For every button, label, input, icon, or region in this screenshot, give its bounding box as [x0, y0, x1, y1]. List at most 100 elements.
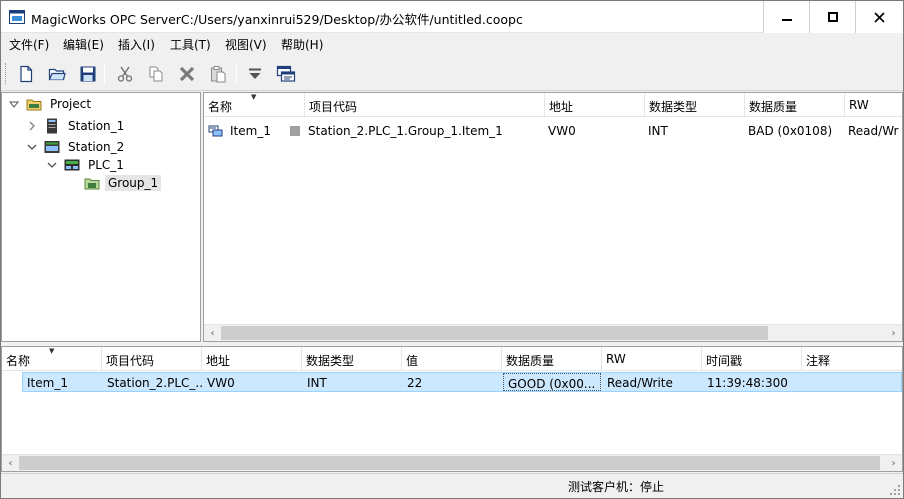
column-header-quality[interactable]: 数据质量 — [745, 93, 845, 117]
minimize-icon — [781, 19, 792, 21]
tree-label: Project — [50, 97, 92, 111]
filter-button[interactable] — [243, 63, 267, 85]
menu-edit[interactable]: 编辑(E) — [63, 36, 104, 53]
cell-quality[interactable]: GOOD (0x00... — [503, 373, 601, 391]
station-icon — [44, 141, 60, 153]
app-icon — [9, 10, 25, 24]
item-tag-icon — [208, 125, 223, 137]
toolbar-separator — [236, 63, 237, 85]
menu-help[interactable]: 帮助(H) — [281, 36, 323, 53]
cell-address: VW0 — [548, 124, 576, 138]
item-list-header: 名称 ▼ 项目代码 地址 数据类型 数据质量 RW — [204, 93, 902, 117]
scroll-right-button[interactable]: › — [885, 455, 902, 471]
resize-grip-icon[interactable] — [890, 485, 900, 495]
quality-marker-icon — [290, 126, 300, 136]
column-header-address[interactable]: 地址 — [545, 93, 645, 117]
scroll-thumb[interactable] — [221, 326, 768, 340]
close-icon — [874, 11, 885, 23]
menu-insert[interactable]: 插入(I) — [118, 36, 155, 53]
column-header-rw[interactable]: RW — [602, 347, 702, 371]
cell-type: INT — [648, 124, 668, 138]
cell-name: Item_1 — [27, 376, 68, 390]
tree-node-project[interactable]: Project — [8, 95, 94, 113]
save-icon — [80, 66, 96, 82]
column-header-code[interactable]: 项目代码 — [305, 93, 545, 117]
minimize-button[interactable] — [763, 1, 809, 33]
monitor-list[interactable]: 名称 ▼ 项目代码 地址 数据类型 值 数据质量 RW 时间戳 注释 Item_… — [1, 346, 903, 472]
cell-note — [803, 373, 901, 393]
menu-file[interactable]: 文件(F) — [9, 36, 49, 53]
column-header-note[interactable]: 注释 — [802, 347, 902, 371]
delete-icon — [179, 66, 195, 82]
cell-code: Station_2.PLC_... — [107, 376, 203, 390]
expanded-arrow-icon[interactable] — [46, 159, 58, 171]
cell-rw: Read/Write — [607, 376, 673, 390]
scroll-right-button[interactable]: › — [885, 325, 902, 341]
column-header-code[interactable]: 项目代码 — [102, 347, 202, 371]
expanded-arrow-icon[interactable] — [26, 141, 38, 153]
app-window: MagicWorks OPC ServerC:/Users/yanxinrui5… — [0, 0, 904, 499]
project-tree[interactable]: Project Station_1 Station_2 PLC_1 Group_… — [1, 92, 201, 342]
copy-button[interactable] — [144, 63, 168, 85]
cell-timestamp: 11:39:48:300 — [707, 376, 788, 390]
copy-icon — [149, 66, 163, 82]
paste-button[interactable] — [206, 63, 230, 85]
sort-arrow-icon: ▼ — [251, 93, 257, 101]
tree-label: Station_2 — [68, 140, 125, 154]
maximize-button[interactable] — [809, 1, 855, 33]
tree-label: Group_1 — [105, 175, 162, 191]
delete-button[interactable] — [175, 63, 199, 85]
column-header-type[interactable]: 数据类型 — [645, 93, 745, 117]
collapsed-arrow-icon[interactable] — [26, 120, 38, 132]
item-list[interactable]: 名称 ▼ 项目代码 地址 数据类型 数据质量 RW Item_1 Station… — [203, 92, 903, 342]
status-bar: 测试客户机：停止 — [1, 473, 903, 498]
sort-arrow-icon: ▼ — [49, 347, 55, 355]
cell-type: INT — [307, 376, 327, 390]
cut-button[interactable] — [113, 63, 137, 85]
column-header-value[interactable]: 值 — [402, 347, 502, 371]
scroll-left-button[interactable]: ‹ — [204, 325, 221, 341]
cell-code: Station_2.PLC_1.Group_1.Item_1 — [308, 124, 503, 138]
cell-address: VW0 — [207, 376, 235, 390]
group-folder-icon — [84, 178, 100, 190]
title-bar[interactable]: MagicWorks OPC ServerC:/Users/yanxinrui5… — [1, 1, 903, 33]
column-header-address[interactable]: 地址 — [202, 347, 302, 371]
scroll-thumb[interactable] — [19, 456, 880, 470]
status-text: 测试客户机：停止 — [568, 480, 665, 494]
monitor-hscrollbar[interactable]: ‹ › — [2, 454, 902, 471]
open-folder-icon — [48, 68, 66, 81]
save-button[interactable] — [76, 63, 100, 85]
close-button[interactable] — [855, 1, 903, 33]
column-header-rw[interactable]: RW — [845, 93, 902, 117]
tree-node-plc-1[interactable]: PLC_1 — [46, 156, 127, 174]
project-folder-icon — [26, 99, 42, 111]
filter-icon — [249, 68, 261, 79]
table-row-selected[interactable]: Item_1 Station_2.PLC_... VW0 INT 22 GOOD… — [22, 372, 902, 392]
paste-icon — [211, 66, 226, 83]
menu-bar: 文件(F) 编辑(E) 插入(I) 工具(T) 视图(V) 帮助(H) — [1, 33, 903, 55]
open-button[interactable] — [45, 63, 69, 85]
new-file-icon — [20, 65, 33, 83]
monitor-icon — [276, 65, 296, 82]
item-list-hscrollbar[interactable]: ‹ › — [204, 324, 902, 341]
new-button[interactable] — [14, 63, 38, 85]
column-header-timestamp[interactable]: 时间戳 — [702, 347, 802, 371]
table-row[interactable]: Item_1 Station_2.PLC_1.Group_1.Item_1 VW… — [204, 121, 902, 141]
station-icon — [47, 118, 57, 134]
monitor-button[interactable] — [274, 63, 298, 85]
toolbar-separator — [104, 63, 105, 85]
column-header-type[interactable]: 数据类型 — [302, 347, 402, 371]
column-header-quality[interactable]: 数据质量 — [502, 347, 602, 371]
tree-node-station-1[interactable]: Station_1 — [26, 117, 127, 135]
menu-tools[interactable]: 工具(T) — [170, 36, 211, 53]
toolbar-grip[interactable] — [5, 63, 8, 85]
menu-view[interactable]: 视图(V) — [225, 36, 267, 53]
tree-node-station-2[interactable]: Station_2 — [26, 138, 127, 156]
scroll-left-button[interactable]: ‹ — [2, 455, 19, 471]
cell-quality: BAD (0x0108) — [748, 124, 833, 138]
expanded-arrow-icon[interactable] — [8, 98, 20, 110]
tree-node-group-1[interactable]: Group_1 — [66, 174, 162, 192]
tree-label: PLC_1 — [88, 158, 124, 172]
window-title: MagicWorks OPC ServerC:/Users/yanxinrui5… — [31, 12, 523, 27]
